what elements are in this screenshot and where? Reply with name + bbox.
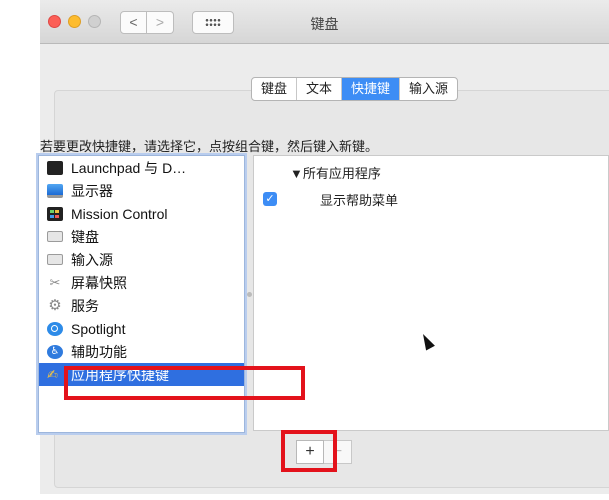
category-label: 辅助功能 [71,343,127,360]
tab-keyboard[interactable]: 键盘 [252,78,298,100]
tab-text[interactable]: 文本 [297,78,343,100]
category-screenshots[interactable]: ✂ 屏幕快照 [39,271,244,294]
input-source-icon [47,254,63,265]
category-keyboard[interactable]: 键盘 [39,225,244,248]
shortcut-list[interactable]: ▼所有应用程序 ✓ 显示帮助菜单 [253,155,609,431]
screenshot-icon: ✂ [49,274,61,290]
category-services[interactable]: ⚙ 服务 [39,294,244,317]
category-mission-control[interactable]: Mission Control [39,202,244,225]
tab-bar: 键盘 文本 快捷键 输入源 [251,77,459,101]
category-input-sources[interactable]: 输入源 [39,248,244,271]
instruction-text: 若要更改快捷键，请选择它，点按组合键，然后键入新键。 [40,139,379,154]
keyboard-icon [47,231,63,242]
display-icon [47,183,63,198]
highlight-box-app-shortcuts [64,366,305,400]
category-display[interactable]: 显示器 [39,179,244,202]
category-launchpad[interactable]: Launchpad 与 D… [39,156,244,179]
split-view-handle[interactable] [247,292,252,297]
launchpad-icon [47,160,63,175]
shortcut-group-header[interactable]: ▼所有应用程序 [290,163,381,182]
category-label: Launchpad 与 D… [71,159,187,176]
category-label: Mission Control [71,205,168,222]
tab-shortcuts[interactable]: 快捷键 [342,78,401,100]
services-icon: ⚙ [48,296,62,314]
checkmark-icon: ✓ [265,193,275,205]
category-label: 服务 [71,297,99,314]
category-label: 输入源 [71,251,113,268]
category-accessibility[interactable]: ♿ 辅助功能 [39,340,244,363]
title-bar: < > 键盘 [40,0,609,44]
app-shortcuts-icon: ✍ [47,366,58,382]
mission-control-icon [47,206,63,221]
category-label: Spotlight [71,320,126,337]
shortcut-enabled-checkbox[interactable]: ✓ [263,192,277,206]
category-label: 键盘 [71,228,99,245]
category-label: 屏幕快照 [71,274,127,291]
shortcut-item-label[interactable]: 显示帮助菜单 [320,190,398,209]
highlight-box-add-button [281,430,337,472]
category-label: 显示器 [71,182,113,199]
category-spotlight[interactable]: Spotlight [39,317,244,340]
accessibility-icon: ♿ [47,344,63,359]
tab-input-sources[interactable]: 输入源 [400,78,457,100]
window-title: 键盘 [310,16,339,32]
spotlight-icon [47,321,63,336]
